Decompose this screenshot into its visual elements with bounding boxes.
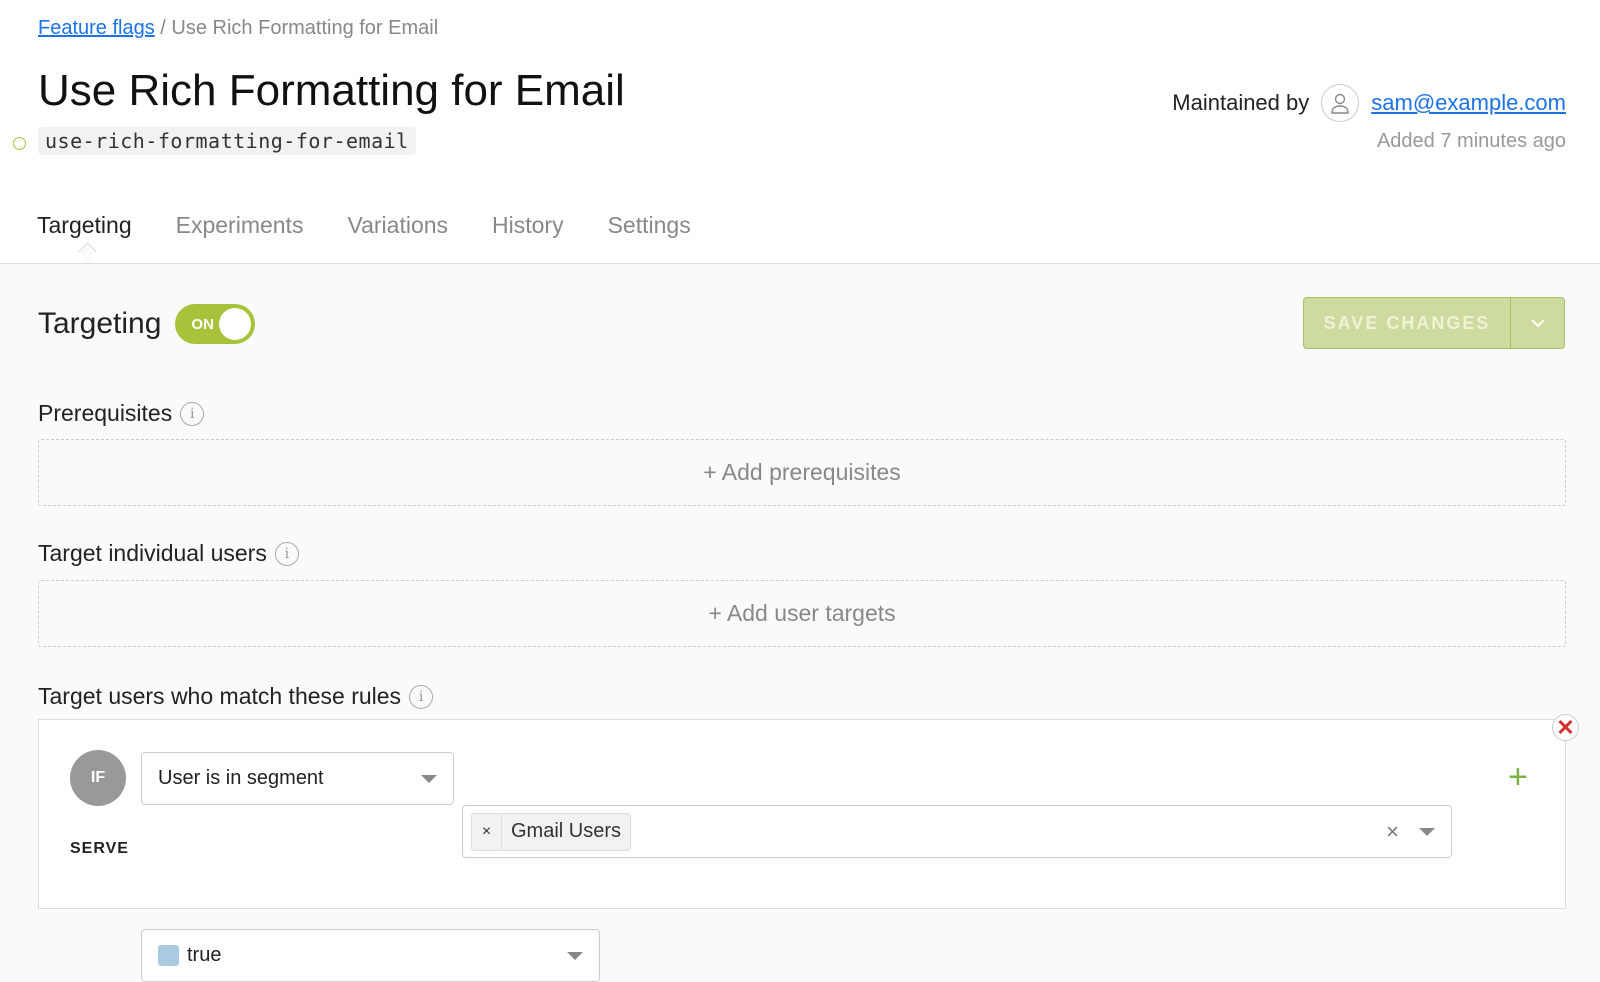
- targeting-toggle[interactable]: ON: [175, 304, 255, 344]
- caret-down-icon: [421, 775, 437, 783]
- clause-operator-value: User is in segment: [158, 767, 324, 790]
- serve-variation-value: true: [187, 944, 221, 967]
- caret-down-icon: [1419, 828, 1435, 836]
- maintainer-email-link[interactable]: sam@example.com: [1371, 90, 1566, 116]
- segment-chip: ×Gmail Users: [471, 813, 631, 851]
- tab-settings[interactable]: Settings: [608, 212, 691, 239]
- tab-bar: Targeting Experiments Variations History…: [37, 212, 691, 239]
- chip-remove-icon[interactable]: ×: [472, 814, 502, 850]
- breadcrumb-current: Use Rich Formatting for Email: [171, 17, 438, 39]
- status-circle-icon: [13, 137, 26, 150]
- add-prerequisites-button[interactable]: + Add prerequisites: [38, 439, 1566, 506]
- info-icon[interactable]: i: [275, 542, 299, 566]
- info-icon[interactable]: i: [409, 685, 433, 709]
- tab-targeting[interactable]: Targeting: [37, 212, 132, 239]
- chevron-down-icon: [1530, 318, 1546, 328]
- prerequisites-heading: Prerequisites i: [38, 400, 204, 427]
- clear-icon[interactable]: ×: [1386, 819, 1399, 845]
- delete-rule-icon[interactable]: ✕: [1552, 714, 1579, 741]
- added-timestamp: Added 7 minutes ago: [1377, 130, 1566, 153]
- rules-title: Target users who match these rules: [38, 683, 401, 710]
- individual-heading: Target individual users i: [38, 540, 299, 567]
- info-icon[interactable]: i: [180, 402, 204, 426]
- breadcrumb-separator: /: [160, 17, 166, 39]
- serve-label: SERVE: [70, 840, 129, 858]
- flag-key: use-rich-formatting-for-email: [38, 127, 416, 155]
- individual-title: Target individual users: [38, 540, 267, 567]
- prerequisites-title: Prerequisites: [38, 400, 172, 427]
- save-changes-button[interactable]: SAVE CHANGES: [1304, 298, 1511, 348]
- clause-operator-select[interactable]: User is in segment: [141, 752, 454, 805]
- tab-variations[interactable]: Variations: [347, 212, 448, 239]
- save-changes-button-group: SAVE CHANGES: [1303, 297, 1565, 349]
- targeting-title: Targeting: [38, 307, 161, 341]
- breadcrumb-feature-flags-link[interactable]: Feature flags: [38, 17, 155, 39]
- serve-variation-select[interactable]: true: [141, 929, 600, 982]
- variation-color-swatch: [158, 945, 179, 966]
- tab-history[interactable]: History: [492, 212, 564, 239]
- add-user-targets-button[interactable]: + Add user targets: [38, 580, 1566, 647]
- add-clause-icon[interactable]: +: [1508, 760, 1528, 794]
- tab-experiments[interactable]: Experiments: [176, 212, 304, 239]
- if-badge: IF: [70, 750, 126, 806]
- user-avatar-icon: [1321, 84, 1359, 122]
- segment-multiselect[interactable]: ×Gmail Users ×: [462, 805, 1452, 858]
- toggle-label: ON: [191, 316, 214, 333]
- save-options-dropdown[interactable]: [1511, 298, 1564, 348]
- maintainer: Maintained by sam@example.com: [1172, 84, 1566, 122]
- targeting-header: Targeting ON: [38, 304, 255, 344]
- breadcrumb: Feature flags / Use Rich Formatting for …: [38, 17, 438, 40]
- segment-chip-label: Gmail Users: [502, 814, 630, 850]
- caret-down-icon: [567, 952, 583, 960]
- maintained-by-label: Maintained by: [1172, 90, 1309, 116]
- toggle-knob: [219, 308, 251, 340]
- page-title: Use Rich Formatting for Email: [38, 66, 625, 116]
- rules-heading: Target users who match these rules i: [38, 683, 433, 710]
